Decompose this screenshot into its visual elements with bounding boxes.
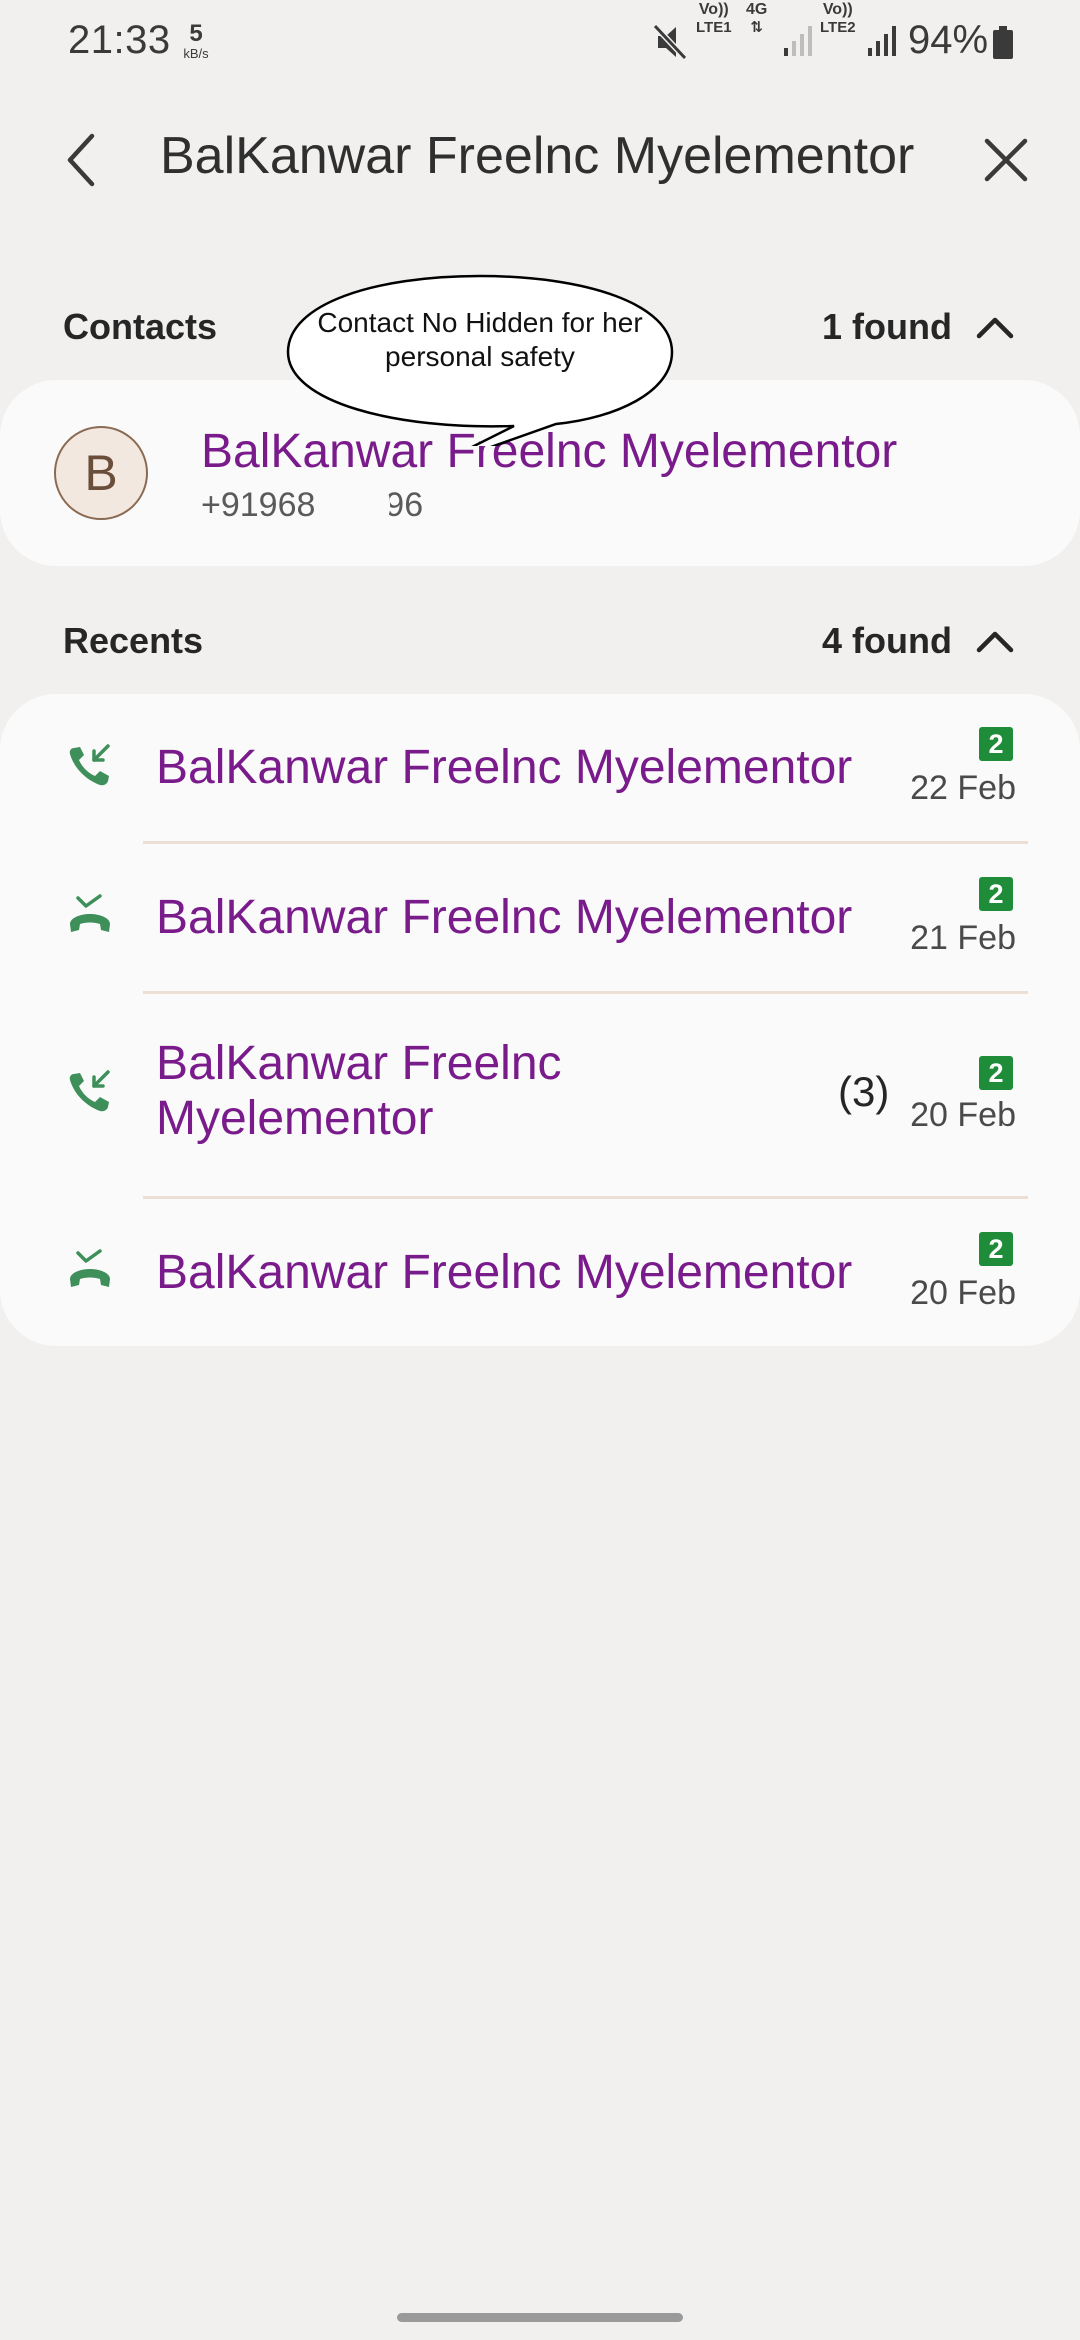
sim-badge: 2 [979, 727, 1013, 761]
back-button[interactable] [52, 130, 112, 190]
chevron-up-icon [976, 317, 1014, 339]
recent-date: 21 Feb [910, 919, 1016, 957]
sim2-volte: Vo)) LTE2 [820, 1, 856, 36]
signal-icon [784, 26, 812, 56]
signal-icon [868, 26, 896, 56]
missed-call-icon [70, 1249, 110, 1287]
close-icon [984, 138, 1028, 182]
network-speed-unit: kB/s [183, 46, 209, 61]
incoming-call-icon [69, 744, 110, 786]
contacts-count: 1 found [822, 306, 952, 347]
contacts-collapse-button[interactable] [970, 302, 1020, 352]
status-time: 21:33 [68, 18, 171, 62]
sim1-volte-bottom: LTE1 [696, 19, 732, 36]
sim2-volte-bottom: LTE2 [820, 19, 856, 36]
call-count: (3) [838, 1068, 890, 1115]
list-item[interactable]: BalKanwar Freelnc Myelementor 2 22 Feb [0, 694, 1080, 842]
recent-date: 22 Feb [910, 769, 1016, 807]
home-indicator[interactable] [397, 2313, 683, 2322]
sim2-volte-top: Vo)) [822, 1, 853, 18]
battery-icon [993, 26, 1013, 59]
recents-title: Recents [63, 620, 204, 661]
incoming-call-icon [69, 1070, 110, 1112]
sim1-volte: Vo)) LTE1 [696, 1, 732, 36]
recent-name: BalKanwar Freelnc Myelementor [156, 891, 853, 944]
avatar: B [54, 426, 148, 520]
list-item[interactable]: BalKanwar Freelnc Myelementor 2 21 Feb [0, 844, 1080, 992]
list-item[interactable]: BalKanwar Freelnc Myelementor 2 20 Feb [0, 1199, 1080, 1346]
chevron-up-icon [976, 631, 1014, 653]
mute-icon [652, 23, 688, 61]
recent-name: BalKanwar Freelnc Myelementor [156, 741, 853, 794]
recent-date: 20 Feb [910, 1096, 1016, 1134]
recent-date: 20 Feb [910, 1274, 1016, 1312]
network-speed-value: 5 [189, 20, 203, 47]
recents-section-header: Recents 4 found [0, 610, 1080, 670]
back-arrow-icon [67, 133, 95, 187]
sim-badge: 2 [979, 877, 1013, 911]
status-bar: 21:33 5 kB/s Vo)) LTE1 4G ⇅ Vo)) LTE2 94… [0, 0, 1080, 84]
recents-collapse-button[interactable] [970, 616, 1020, 666]
annotation-text: Contact No Hidden for her personal safet… [317, 307, 643, 372]
missed-call-icon [70, 894, 110, 932]
search-input[interactable]: BalKanwar Freelnc Myelementor [160, 126, 914, 186]
recent-name: BalKanwar Freelnc Myelementor [156, 1246, 853, 1299]
search-header: BalKanwar Freelnc Myelementor [0, 110, 1080, 210]
number-redaction [318, 482, 390, 528]
battery-percent: 94% [908, 18, 989, 62]
contacts-title: Contacts [63, 306, 218, 347]
network-type: 4G ⇅ [746, 1, 768, 36]
data-arrows-icon: ⇅ [750, 19, 763, 36]
recents-list: BalKanwar Freelnc Myelementor 2 22 Feb B… [0, 694, 1080, 1346]
sim1-volte-top: Vo)) [698, 1, 729, 18]
recent-name: BalKanwar Freelnc Myelementor [156, 1037, 562, 1145]
sim-badge: 2 [979, 1232, 1013, 1266]
list-item[interactable]: BalKanwar Freelnc Myelementor (3) 2 20 F… [0, 994, 1080, 1198]
recents-count: 4 found [822, 620, 952, 661]
sim-badge: 2 [979, 1056, 1013, 1090]
call-search-screen: 21:33 5 kB/s Vo)) LTE1 4G ⇅ Vo)) LTE2 94… [0, 0, 1080, 2340]
clear-search-button[interactable] [976, 130, 1036, 190]
network-speed: 5 kB/s [176, 20, 216, 61]
network-type-label: 4G [746, 1, 768, 18]
